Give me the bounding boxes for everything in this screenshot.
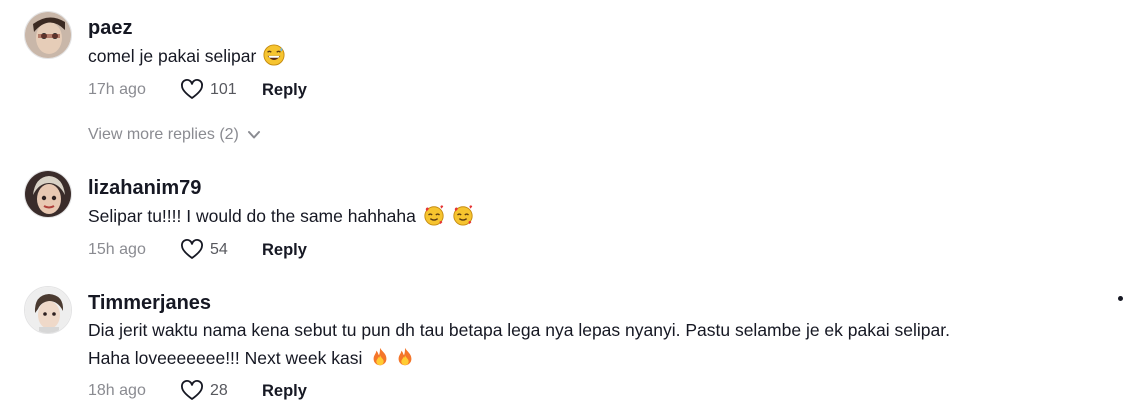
fire-emoji-icon (398, 347, 412, 366)
comment-username[interactable]: Timmerjanes (88, 291, 211, 315)
like-button[interactable]: 28 (180, 379, 262, 403)
comment-text: Selipar tu!!!! I would do the same hahha… (88, 202, 1088, 230)
comment-text-content: Haha loveeeeeee!!! Next week kasi (88, 348, 363, 368)
avatar[interactable] (24, 286, 72, 334)
comment-text-content: Selipar tu!!!! I would do the same hahha… (88, 206, 416, 226)
fire-emoji-icon (373, 347, 387, 366)
comment-text: Dia jerit waktu nama kena sebut tu pun d… (88, 316, 1088, 372)
reply-button[interactable]: Reply (262, 81, 307, 100)
heart-outline-icon[interactable] (180, 78, 204, 102)
comment-meta: 18h ago 28 Reply (88, 379, 307, 403)
avatar[interactable] (24, 170, 72, 218)
like-count: 28 (210, 382, 228, 399)
comment-meta: 15h ago 54 Reply (88, 238, 307, 262)
chevron-down-icon (247, 131, 260, 139)
comment-text-content: comel je pakai selipar (88, 46, 257, 66)
comment-text-line-2: Haha loveeeeeee!!! Next week kasi (88, 344, 1088, 372)
avatar[interactable] (24, 11, 72, 59)
like-button[interactable]: 54 (180, 238, 262, 262)
comment-username[interactable]: paez (88, 16, 132, 40)
grinning-sweat-emoji-icon (263, 44, 285, 66)
smiling-hearts-emoji-icon (424, 205, 444, 226)
reply-button[interactable]: Reply (262, 241, 307, 260)
smiling-hearts-emoji-icon (452, 205, 473, 226)
comment-timestamp: 18h ago (88, 382, 146, 399)
comment-text: comel je pakai selipar (88, 42, 1088, 70)
like-count: 54 (210, 241, 228, 258)
comment-timestamp: 17h ago (88, 81, 146, 98)
comment-username[interactable]: lizahanim79 (88, 176, 201, 200)
heart-outline-icon[interactable] (180, 379, 204, 403)
view-more-replies-label: View more replies (2) (88, 126, 239, 143)
reply-button[interactable]: Reply (262, 382, 307, 401)
like-button[interactable]: 101 (180, 78, 262, 102)
comment-timestamp: 15h ago (88, 241, 146, 258)
heart-outline-icon[interactable] (180, 238, 204, 262)
view-more-replies-button[interactable]: View more replies (2) (88, 126, 261, 144)
like-count: 101 (210, 81, 237, 98)
comment-text-line: Dia jerit waktu nama kena sebut tu pun d… (88, 320, 950, 340)
more-options-icon[interactable] (1118, 296, 1123, 301)
comment-meta: 17h ago 101 Reply (88, 78, 307, 102)
